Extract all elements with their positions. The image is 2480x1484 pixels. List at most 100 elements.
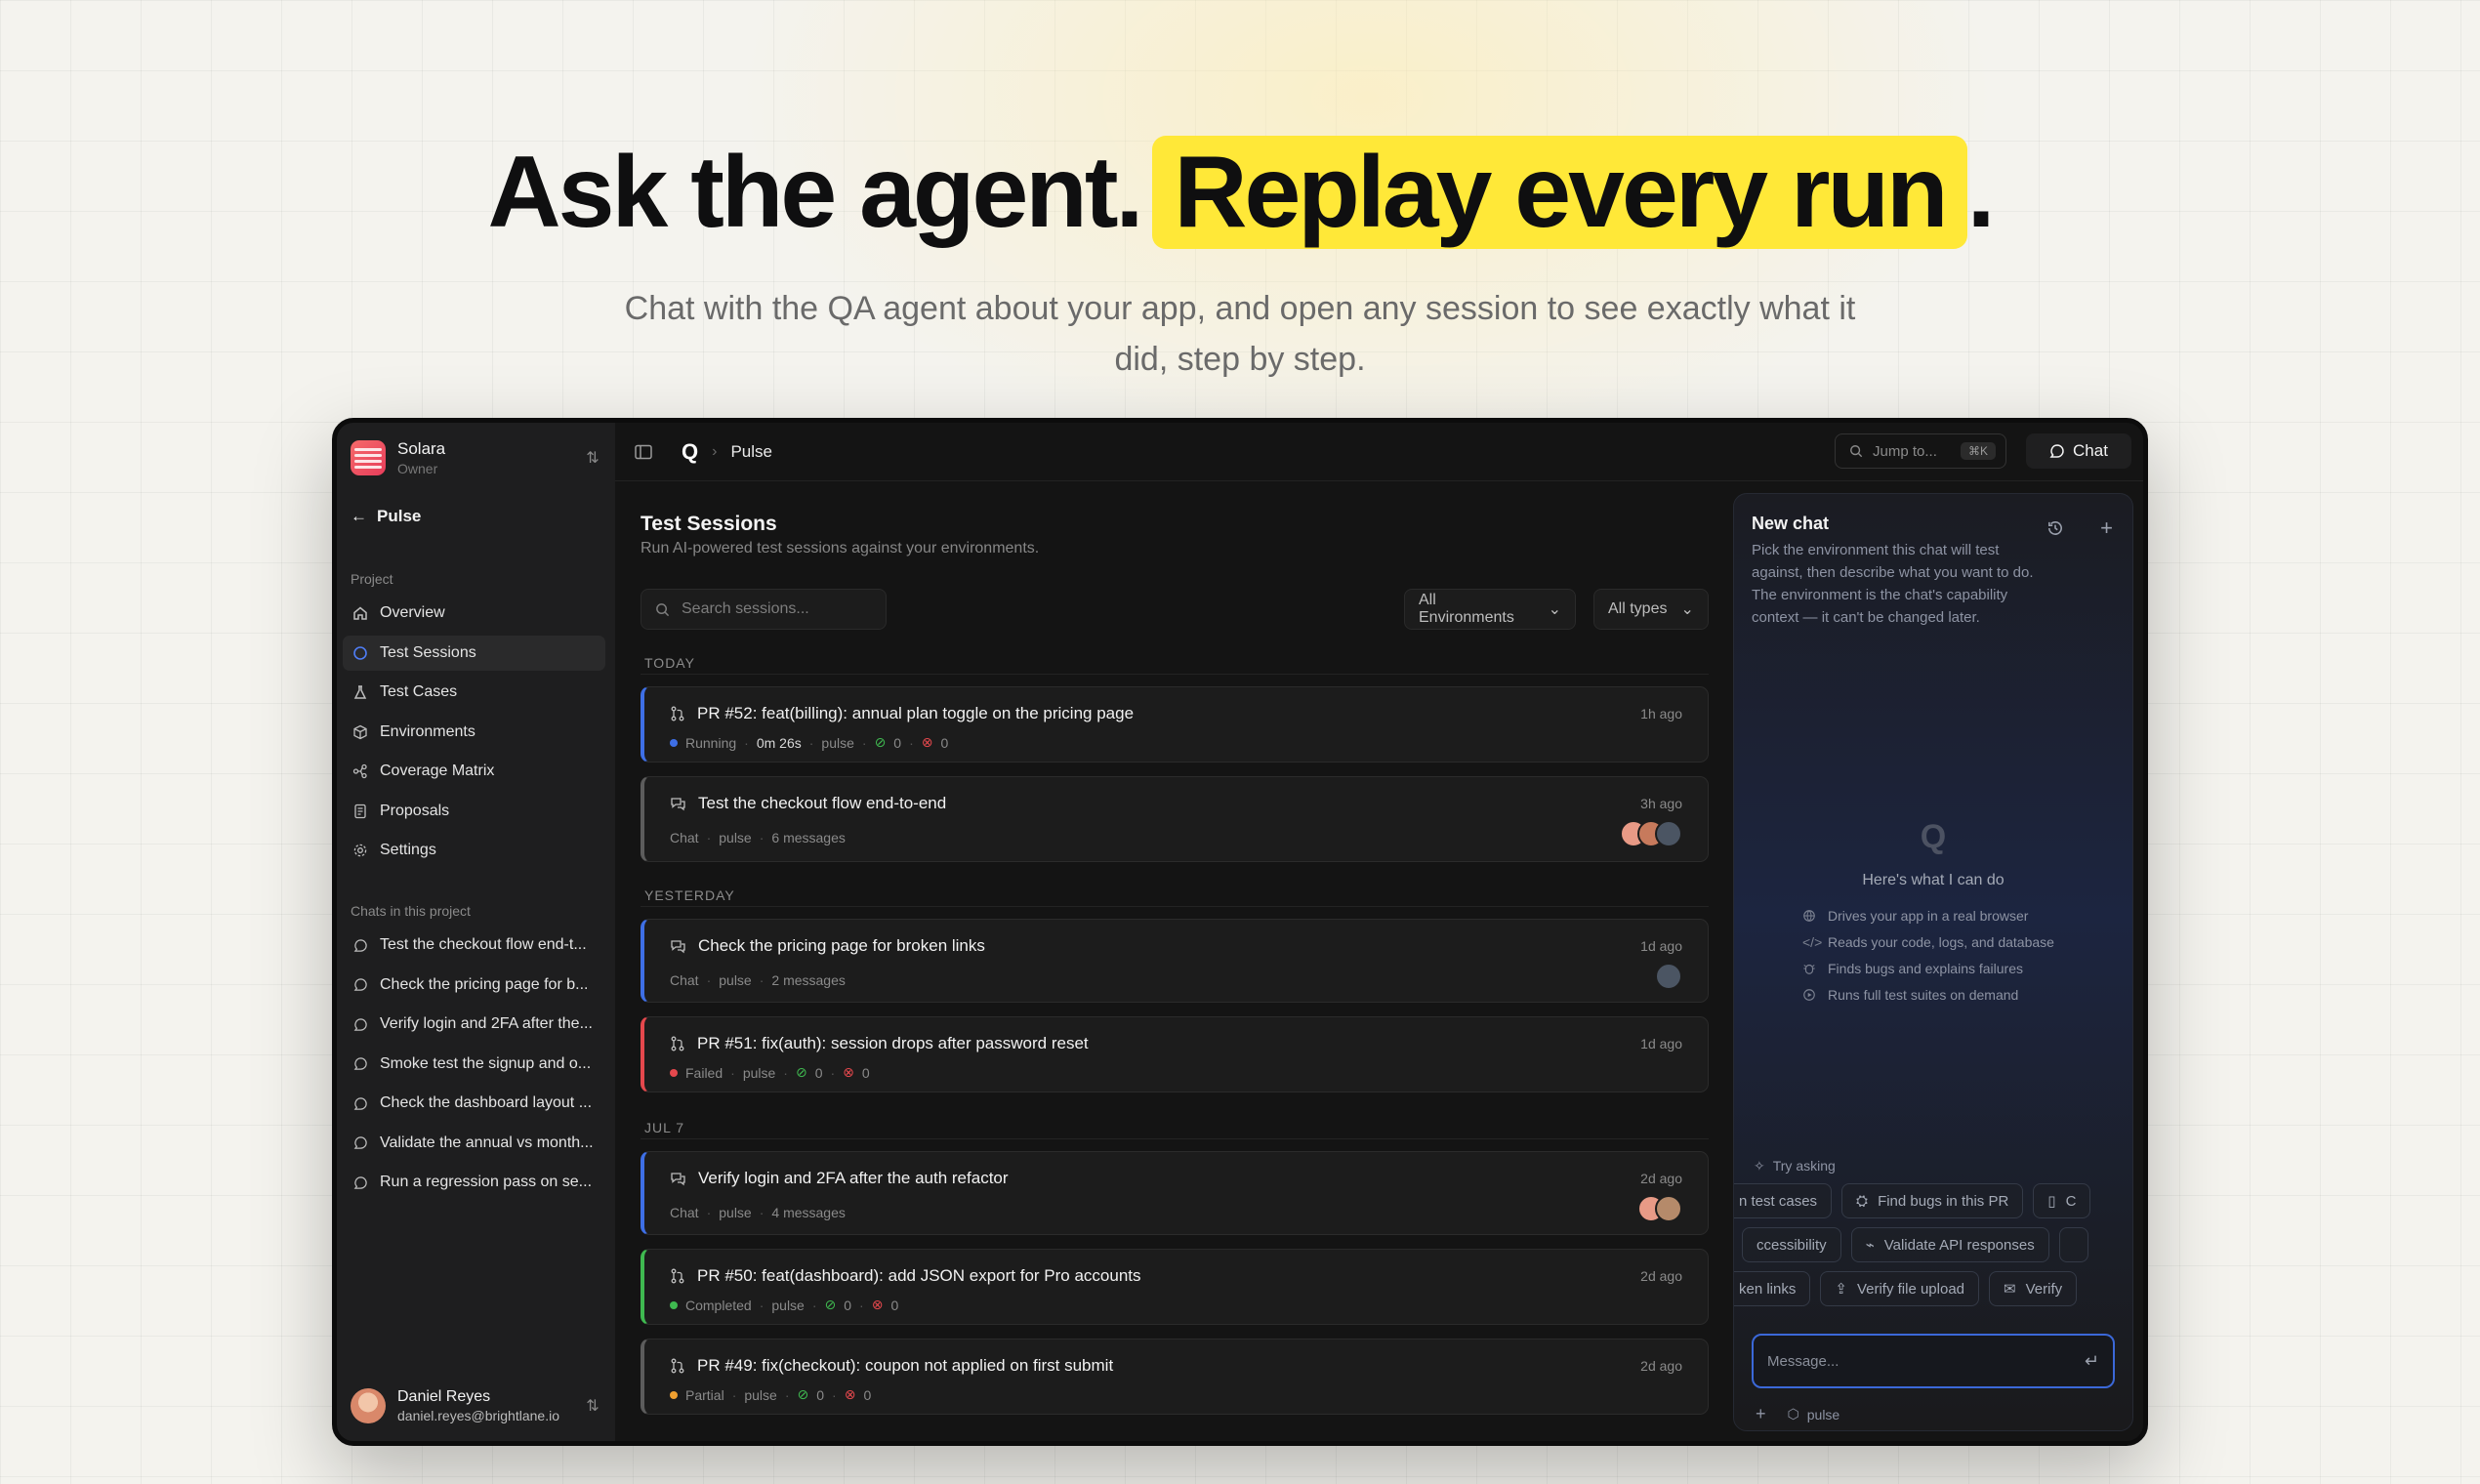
suggestion-label: Verify	[2025, 1280, 2063, 1298]
session-card[interactable]: PR #52: feat(billing): annual plan toggl…	[641, 686, 1709, 763]
session-card[interactable]: PR #49: fix(checkout): coupon not applie…	[641, 1339, 1709, 1415]
message-placeholder: Message...	[1767, 1352, 1839, 1370]
search-icon	[655, 602, 670, 617]
sidebar-item-settings[interactable]: Settings	[343, 833, 605, 868]
session-card[interactable]: PR #51: fix(auth): session drops after p…	[641, 1016, 1709, 1092]
globe-icon	[1802, 909, 1816, 923]
session-card[interactable]: Test the checkout flow end-to-end Chat ·…	[641, 776, 1709, 862]
type-filter[interactable]: All types ⌄	[1593, 589, 1709, 630]
participant-avatars	[1620, 820, 1682, 847]
hero-subtitle: Chat with the QA agent about your app, a…	[624, 290, 1856, 379]
status-badge: Partial	[685, 1386, 724, 1403]
session-title: PR #52: feat(billing): annual plan toggl…	[697, 704, 1135, 722]
hero-title-highlight: Replay every run	[1152, 136, 1967, 249]
chat-list-item[interactable]: Test the checkout flow end-t...	[343, 928, 605, 963]
sidebar-item-test-sessions[interactable]: Test Sessions	[343, 635, 605, 671]
suggestion-chip[interactable]: ⛭ Find bugs in this PR	[1841, 1183, 2024, 1218]
session-time: 1d ago	[1640, 938, 1682, 954]
org-role: Owner	[397, 461, 438, 476]
chat-list-item-label: Verify login and 2FA after the...	[380, 1015, 593, 1032]
org-logo	[351, 440, 386, 475]
session-title: PR #51: fix(auth): session drops after p…	[697, 1034, 1089, 1052]
status-badge: Completed	[685, 1297, 752, 1313]
user-name: Daniel Reyes	[397, 1388, 491, 1405]
search-input[interactable]: Search sessions...	[641, 589, 887, 630]
environment-label: pulse	[1806, 1406, 1840, 1422]
chat-bubble-icon	[352, 1135, 368, 1151]
suggestion-chip[interactable]: ▯ C	[2033, 1183, 2091, 1218]
fail-icon: ⊗	[871, 1297, 884, 1312]
session-card[interactable]: PR #50: feat(dashboard): add JSON export…	[641, 1249, 1709, 1325]
chat-list-item[interactable]: Validate the annual vs month...	[343, 1126, 605, 1161]
chat-button[interactable]: Chat	[2026, 433, 2131, 469]
chevron-right-icon: ›	[712, 442, 718, 460]
app-logo[interactable]: Q	[682, 439, 698, 465]
sidebar-item-overview[interactable]: Overview	[343, 596, 605, 631]
suggestion-chip[interactable]	[2058, 1227, 2088, 1262]
suggestion-label: C	[2065, 1192, 2077, 1210]
environment-filter[interactable]: All Environments ⌄	[1404, 589, 1576, 630]
org-switcher[interactable]: Solara Owner ⇅	[351, 436, 601, 479]
document-icon	[352, 804, 368, 819]
sidebar-item-coverage-matrix[interactable]: Coverage Matrix	[343, 754, 605, 789]
environment-name: pulse	[744, 1386, 777, 1403]
chat-list: Test the checkout flow end-t... Check th…	[343, 928, 605, 1205]
history-icon[interactable]	[2046, 519, 2064, 537]
message-input[interactable]: Message... ↵	[1752, 1334, 2115, 1388]
try-asking-label: ✧ Try asking	[1754, 1158, 1836, 1175]
chat-bubble-icon	[2049, 443, 2065, 459]
back-label: Pulse	[377, 507, 422, 525]
suggestion-chip[interactable]: ⇪ Verify file upload	[1820, 1271, 1980, 1306]
mail-icon: ✉	[2004, 1281, 2016, 1298]
sidebar-item-label: Settings	[380, 842, 436, 858]
session-card[interactable]: Verify login and 2FA after the auth refa…	[641, 1151, 1709, 1235]
avatar	[1655, 820, 1682, 847]
pull-request-icon	[670, 1358, 685, 1374]
sessions-content: Test Sessions Run AI-powered test sessio…	[641, 481, 1709, 1441]
mobile-icon: ▯	[2047, 1193, 2056, 1210]
enter-icon[interactable]: ↵	[2085, 1351, 2099, 1372]
suggestion-chip[interactable]: ken links	[1734, 1271, 1811, 1306]
main-area: Q › Pulse Jump to... ⌘K Chat Test Sessio…	[615, 423, 2143, 1441]
sparkle-icon: ✧	[1754, 1158, 1765, 1174]
page-title: Test Sessions	[641, 513, 777, 535]
session-title: Check the pricing page for broken links	[698, 936, 985, 955]
sidebar-item-label: Proposals	[380, 802, 450, 819]
chat-bubble-icon	[352, 977, 368, 993]
plus-icon[interactable]: +	[2100, 515, 2113, 541]
chat-list-item[interactable]: Verify login and 2FA after the...	[343, 1007, 605, 1042]
chat-list-item[interactable]: Check the dashboard layout ...	[343, 1086, 605, 1121]
sidebar-item-proposals[interactable]: Proposals	[343, 794, 605, 829]
fail-count: 0	[863, 1386, 872, 1403]
avatar	[1655, 1195, 1682, 1222]
session-time: 2d ago	[1640, 1358, 1682, 1374]
flask-icon	[352, 684, 368, 700]
suggestion-label: Find bugs in this PR	[1878, 1192, 2009, 1210]
suggestion-chip[interactable]: n test cases	[1734, 1183, 1833, 1218]
suggestion-chip[interactable]: ccessibility	[1742, 1227, 1841, 1262]
jump-to-search[interactable]: Jump to... ⌘K	[1835, 433, 2006, 469]
pull-request-icon	[670, 1036, 685, 1051]
environment-selector[interactable]: ⬡ pulse	[1788, 1406, 1840, 1422]
divider	[641, 1138, 1709, 1139]
suggestion-chip[interactable]: ✉ Verify	[1989, 1271, 2078, 1306]
suggestion-chip[interactable]: ⌁ Validate API responses	[1850, 1227, 2049, 1262]
plus-icon[interactable]: +	[1756, 1404, 1766, 1424]
sidebar-toggle-icon[interactable]	[635, 444, 654, 460]
chat-list-item[interactable]: Check the pricing page for b...	[343, 968, 605, 1003]
status-dot	[670, 1068, 678, 1077]
chat-list-item[interactable]: Smoke test the signup and o...	[343, 1047, 605, 1082]
sidebar-item-environments[interactable]: Environments	[343, 715, 605, 750]
session-card[interactable]: Check the pricing page for broken links …	[641, 919, 1709, 1003]
pass-count: 0	[816, 1386, 825, 1403]
chat-list-item-label: Smoke test the signup and o...	[380, 1054, 592, 1072]
chat-bubble-icon	[352, 1016, 368, 1032]
chat-list-item-label: Test the checkout flow end-t...	[380, 936, 587, 953]
back-to-project-link[interactable]: ← Pulse	[351, 507, 421, 526]
user-menu[interactable]: Daniel Reyes daniel.reyes@brightlane.io …	[351, 1382, 601, 1429]
hero-title: Ask the agent. Replay every run.	[0, 136, 2480, 249]
breadcrumb[interactable]: Pulse	[730, 442, 772, 462]
sidebar-item-test-cases[interactable]: Test Cases	[343, 675, 605, 710]
chat-list-item[interactable]: Run a regression pass on se...	[343, 1165, 605, 1200]
chat-list-item-label: Check the pricing page for b...	[380, 975, 589, 993]
